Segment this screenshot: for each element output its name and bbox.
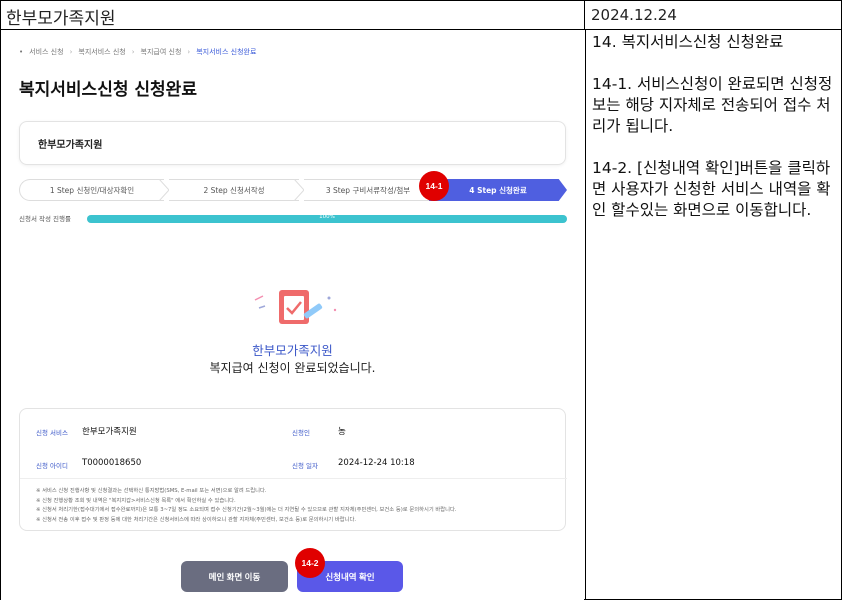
notes-panel: 14. 복지서비스신청 신청완료 14-1. 서비스신청이 완료되면 신청정보는… <box>592 32 838 242</box>
breadcrumb-current: 복지서비스 신청완료 <box>196 48 257 56</box>
applicant-label: 신청인 <box>292 429 310 437</box>
step-chevron-icon <box>294 179 304 201</box>
go-main-button[interactable]: 메인 화면 이동 <box>181 561 288 592</box>
service-label: 신청 서비스 <box>36 429 68 437</box>
date-value: 2024-12-24 10:18 <box>338 458 415 468</box>
progress-text: 100% <box>319 214 335 220</box>
annotation-badge-14-2: 14-2 <box>295 548 325 578</box>
notice-item: ※ 서비스 신청 진행사항 및 신청결과는 선택하신 통지방법(SMS, E-m… <box>36 488 267 494</box>
info-grid: 신청 서비스 한부모가족지원 신청인 농 신청 아이디 T0000018650 … <box>20 409 567 479</box>
header-date: 2024.12.24 <box>585 0 842 30</box>
applicant-value: 농 <box>338 427 346 437</box>
progress-bar: 100% <box>87 214 567 223</box>
chevron-right-icon: › <box>131 48 135 56</box>
completion-service-name: 한부모가족지원 <box>252 343 333 358</box>
notice-list: ※ 서비스 신청 진행사항 및 신청결과는 선택하신 통지방법(SMS, E-m… <box>36 487 556 525</box>
step-3: 3 Step 구비서류작성/첨부 <box>304 179 432 201</box>
chevron-right-icon: › <box>187 48 191 56</box>
id-value: T0000018650 <box>82 458 142 468</box>
application-complete-icon <box>254 290 337 324</box>
screenshot-panel: • 서비스 신청 › 복지서비스 신청 › 복지급여 신청 › 복지서비스 신청… <box>1 31 584 600</box>
column-divider <box>585 30 586 600</box>
breadcrumb-item[interactable]: 복지급여 신청 <box>141 47 182 57</box>
page-title: 복지서비스신청 신청완료 <box>19 80 197 100</box>
service-name-box: 한부모가족지원 <box>19 121 566 165</box>
breadcrumb-dot-icon: • <box>19 48 24 56</box>
step-chevron-icon <box>159 179 169 201</box>
step-indicator: 1 Step 신청인/대상자확인 2 Step 신청서작성 3 Step 구비서… <box>19 179 567 201</box>
chevron-right-icon: › <box>69 48 73 56</box>
completion-message: 복지급여 신청이 완료되었습니다. <box>209 361 376 375</box>
application-info-box: 신청 서비스 한부모가족지원 신청인 농 신청 아이디 T0000018650 … <box>19 408 567 531</box>
breadcrumb-item[interactable]: 서비스 신청 <box>29 47 63 57</box>
date-label: 신청 일자 <box>292 462 318 470</box>
notes-heading: 14. 복지서비스신청 신청완료 <box>592 33 784 51</box>
header-title: 한부모가족지원 <box>0 0 585 30</box>
annotation-badge-14-1: 14-1 <box>419 171 449 201</box>
notice-item: ※ 신청서 처리기한(접수대기에서 접수완료까지)은 보통 3~7일 정도 소요… <box>36 507 457 513</box>
notes-item-2: 14-2. [신청내역 확인]버튼을 클릭하면 사용자가 신청한 서비스 내역을… <box>592 159 831 219</box>
progress-row: 신청서 작성 진행률 100% <box>19 213 567 225</box>
notes-item-1: 14-1. 서비스신청이 완료되면 신청정보는 해당 지자체로 전송되어 접수 … <box>592 75 833 135</box>
notice-item: ※ 신청서 전송 이후 접수 및 판정 등에 대한 처리기간은 신청서비스에 따… <box>36 516 357 523</box>
step-1: 1 Step 신청인/대상자확인 <box>19 179 164 201</box>
service-value: 한부모가족지원 <box>82 427 137 437</box>
step-4-active: 4 Step 신청완료 <box>429 179 567 201</box>
breadcrumb-item[interactable]: 복지서비스 신청 <box>78 47 125 57</box>
id-label: 신청 아이디 <box>36 462 68 470</box>
progress-label: 신청서 작성 진행률 <box>19 215 71 223</box>
notice-item: ※ 신청 진행상황 조회 및 내역은 "복지지갑>서비스신청 목록" 에서 확인… <box>36 497 236 504</box>
breadcrumb: • 서비스 신청 › 복지서비스 신청 › 복지급여 신청 › 복지서비스 신청… <box>19 47 256 57</box>
step-2: 2 Step 신청서작성 <box>169 179 299 201</box>
service-name: 한부모가족지원 <box>38 140 103 151</box>
